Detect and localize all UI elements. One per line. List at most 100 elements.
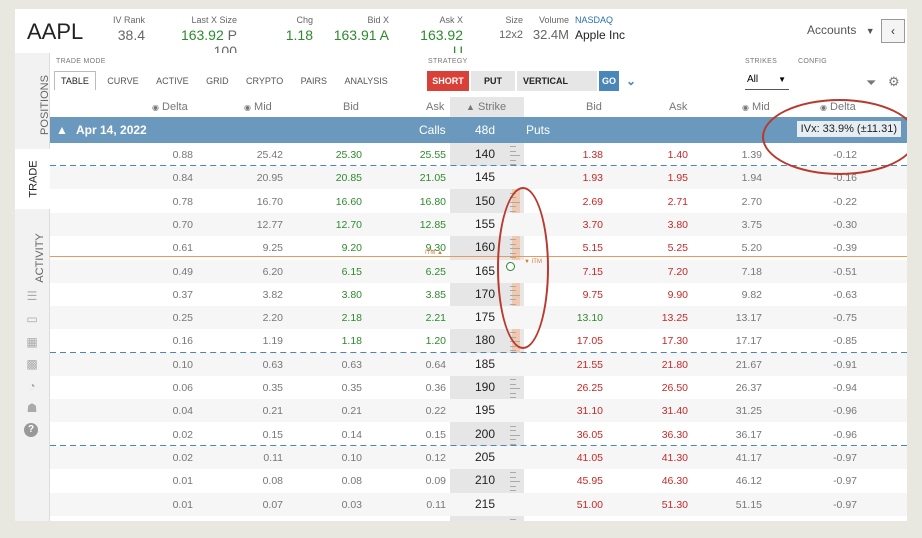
put-bid-cell[interactable]: 36.05 xyxy=(577,429,603,441)
call-ask-cell[interactable]: 0.36 xyxy=(426,382,446,394)
call-bid-cell[interactable]: 9.20 xyxy=(342,242,362,254)
gear-icon[interactable]: ⚙ xyxy=(888,74,900,90)
put-bid-cell[interactable]: 13.10 xyxy=(577,312,603,324)
put-ask-cell[interactable]: 41.30 xyxy=(662,452,688,464)
tab-pairs[interactable]: PAIRS xyxy=(295,72,333,90)
call-ask-cell[interactable]: 21.05 xyxy=(420,172,446,184)
call-ask-cell[interactable]: 0.15 xyxy=(426,429,446,441)
vertical-button[interactable]: VERTICAL xyxy=(517,71,597,91)
call-bid-cell[interactable]: 25.30 xyxy=(336,149,362,161)
col-strike[interactable]: ▲ Strike xyxy=(466,101,506,113)
put-bid-cell[interactable]: 2.69 xyxy=(583,196,603,208)
put-ask-cell[interactable]: 1.40 xyxy=(668,149,688,161)
put-ask-cell[interactable]: 9.90 xyxy=(668,289,688,301)
option-row[interactable]: 0.02 0.11 0.10 0.12 205 41.05 41.30 41.17 -0.97 xyxy=(50,445,907,469)
list-icon[interactable]: ☰ xyxy=(24,289,40,303)
option-row[interactable]: 0.06 0.35 0.35 0.36 190 26.25 26.50 26.37 -0.94 xyxy=(50,376,907,399)
put-bid-cell[interactable]: 9.75 xyxy=(583,289,603,301)
put-bid-cell[interactable]: 1.38 xyxy=(583,149,603,161)
people-icon[interactable]: ☗ xyxy=(24,401,40,415)
call-bid-cell[interactable]: 3.80 xyxy=(342,289,362,301)
gauge-icon[interactable]: ◔ xyxy=(24,379,40,393)
col-put-bid[interactable]: Bid xyxy=(586,101,602,113)
strikes-select[interactable]: All ▼ xyxy=(745,71,789,90)
option-row[interactable]: 0.78 16.70 16.60 16.80 150 2.69 2.71 2.70 -0.22 xyxy=(50,190,907,213)
call-bid-cell[interactable]: 1.18 xyxy=(342,335,362,347)
put-bid-cell[interactable]: 45.95 xyxy=(577,475,603,487)
put-bid-cell[interactable]: 7.15 xyxy=(583,266,603,278)
put-bid-cell[interactable]: 3.70 xyxy=(583,219,603,231)
put-bid-cell[interactable]: 5.15 xyxy=(583,242,603,254)
tab-crypto[interactable]: CRYPTO xyxy=(240,72,289,90)
put-ask-cell[interactable]: 3.80 xyxy=(668,219,688,231)
call-ask-cell[interactable]: 2.21 xyxy=(426,312,446,324)
chevron-down-icon[interactable]: ⌄ xyxy=(624,71,638,91)
put-ask-cell[interactable]: 5.25 xyxy=(668,242,688,254)
tab-analysis[interactable]: ANALYSIS xyxy=(338,72,393,90)
option-row[interactable]: 0.16 1.19 1.18 1.20 180 17.05 17.30 17.17 -0.85 xyxy=(50,329,907,352)
short-button[interactable]: SHORT xyxy=(427,71,469,91)
col-put-ask[interactable]: Ask xyxy=(669,101,687,113)
option-row[interactable]: 0.02 0.15 0.14 0.15 200 36.05 36.30 36.17 -0.96 xyxy=(50,423,907,446)
option-row[interactable]: 0.49 6.20 6.15 6.25 165 7.15 7.20 7.18 -0.51 xyxy=(50,259,907,283)
option-row[interactable]: 0.25 2.20 2.18 2.21 175 13.10 13.25 13.17 -0.75 xyxy=(50,306,907,330)
option-row[interactable]: 0.01 0.07 0.03 0.11 215 51.00 51.30 51.15 -0.97 xyxy=(50,492,907,516)
call-ask-cell[interactable]: 0.12 xyxy=(426,452,446,464)
put-bid-cell[interactable]: 1.93 xyxy=(583,172,603,184)
col-call-delta[interactable]: ◉ Delta xyxy=(152,101,188,113)
put-ask-cell[interactable]: 1.95 xyxy=(668,172,688,184)
col-call-bid[interactable]: Bid xyxy=(343,101,359,113)
call-ask-cell[interactable]: 25.55 xyxy=(420,149,446,161)
tab-curve[interactable]: CURVE xyxy=(101,72,144,90)
call-bid-cell[interactable]: 0.10 xyxy=(342,452,362,464)
option-row[interactable]: 0.04 0.21 0.21 0.22 195 31.10 31.40 31.25 -0.96 xyxy=(50,399,907,423)
put-bid-cell[interactable]: 21.55 xyxy=(577,359,603,371)
call-bid-cell[interactable]: 0.14 xyxy=(342,429,362,441)
tab-positions[interactable]: POSITIONS xyxy=(15,65,51,145)
col-call-ask[interactable]: Ask xyxy=(426,101,444,113)
put-ask-cell[interactable]: 2.71 xyxy=(668,196,688,208)
grid-icon[interactable]: ▩ xyxy=(24,357,40,371)
call-ask-cell[interactable]: 0.09 xyxy=(426,475,446,487)
col-call-mid[interactable]: ◉ Mid xyxy=(244,101,272,113)
option-row[interactable]: 0.37 3.82 3.80 3.85 170 9.75 9.90 9.82 -0.63 xyxy=(50,283,907,306)
option-row[interactable]: 0.010.050.020.0922056.0056.3056.15-0.98 xyxy=(50,516,907,521)
go-button[interactable]: GO xyxy=(599,71,619,91)
put-bid-cell[interactable]: 51.00 xyxy=(577,499,603,511)
put-bid-cell[interactable]: 17.05 xyxy=(577,335,603,347)
chart-icon[interactable]: ▦ xyxy=(24,335,40,349)
call-bid-cell[interactable]: 12.70 xyxy=(336,219,362,231)
put-ask-cell[interactable]: 21.80 xyxy=(662,359,688,371)
call-ask-cell[interactable]: 1.20 xyxy=(426,335,446,347)
call-bid-cell[interactable]: 0.21 xyxy=(342,405,362,417)
put-ask-cell[interactable]: 51.30 xyxy=(662,499,688,511)
call-ask-cell[interactable]: 3.85 xyxy=(426,289,446,301)
tab-table[interactable]: TABLE xyxy=(54,71,96,90)
tab-trade[interactable]: TRADE xyxy=(15,149,50,209)
call-ask-cell[interactable]: 0.64 xyxy=(426,359,446,371)
tab-active[interactable]: ACTIVE xyxy=(150,72,195,90)
put-ask-cell[interactable]: 46.30 xyxy=(662,475,688,487)
call-bid-cell[interactable]: 0.63 xyxy=(342,359,362,371)
collapse-up-icon[interactable]: ▲ xyxy=(56,123,68,137)
tab-grid[interactable]: GRID xyxy=(200,72,235,90)
put-ask-cell[interactable]: 13.25 xyxy=(662,312,688,324)
col-put-mid[interactable]: ◉ Mid xyxy=(742,101,770,113)
option-row[interactable]: 0.84 20.95 20.85 21.05 145 1.93 1.95 1.94 -0.16 xyxy=(50,166,907,190)
call-ask-cell[interactable]: 6.25 xyxy=(426,266,446,278)
call-bid-cell[interactable]: 20.85 xyxy=(336,172,362,184)
option-row[interactable]: 0.70 12.77 12.70 12.85 155 3.70 3.80 3.75 -0.30 xyxy=(50,212,907,236)
put-ask-cell[interactable]: 26.50 xyxy=(662,382,688,394)
put-ask-cell[interactable]: 7.20 xyxy=(668,266,688,278)
put-bid-cell[interactable]: 41.05 xyxy=(577,452,603,464)
call-bid-cell[interactable]: 0.03 xyxy=(342,499,362,511)
option-row[interactable]: 0.01 0.08 0.08 0.09 210 45.95 46.30 46.12 -0.97 xyxy=(50,469,907,492)
put-bid-cell[interactable]: 31.10 xyxy=(577,405,603,417)
put-button[interactable]: PUT xyxy=(471,71,515,91)
accounts-menu[interactable]: Accounts ▼ xyxy=(807,23,875,37)
call-bid-cell[interactable]: 6.15 xyxy=(342,266,362,278)
collapse-panel-button[interactable]: ‹ xyxy=(881,19,905,43)
tv-icon[interactable]: ▭ xyxy=(24,312,40,326)
put-ask-cell[interactable]: 31.40 xyxy=(662,405,688,417)
call-bid-cell[interactable]: 0.08 xyxy=(342,475,362,487)
